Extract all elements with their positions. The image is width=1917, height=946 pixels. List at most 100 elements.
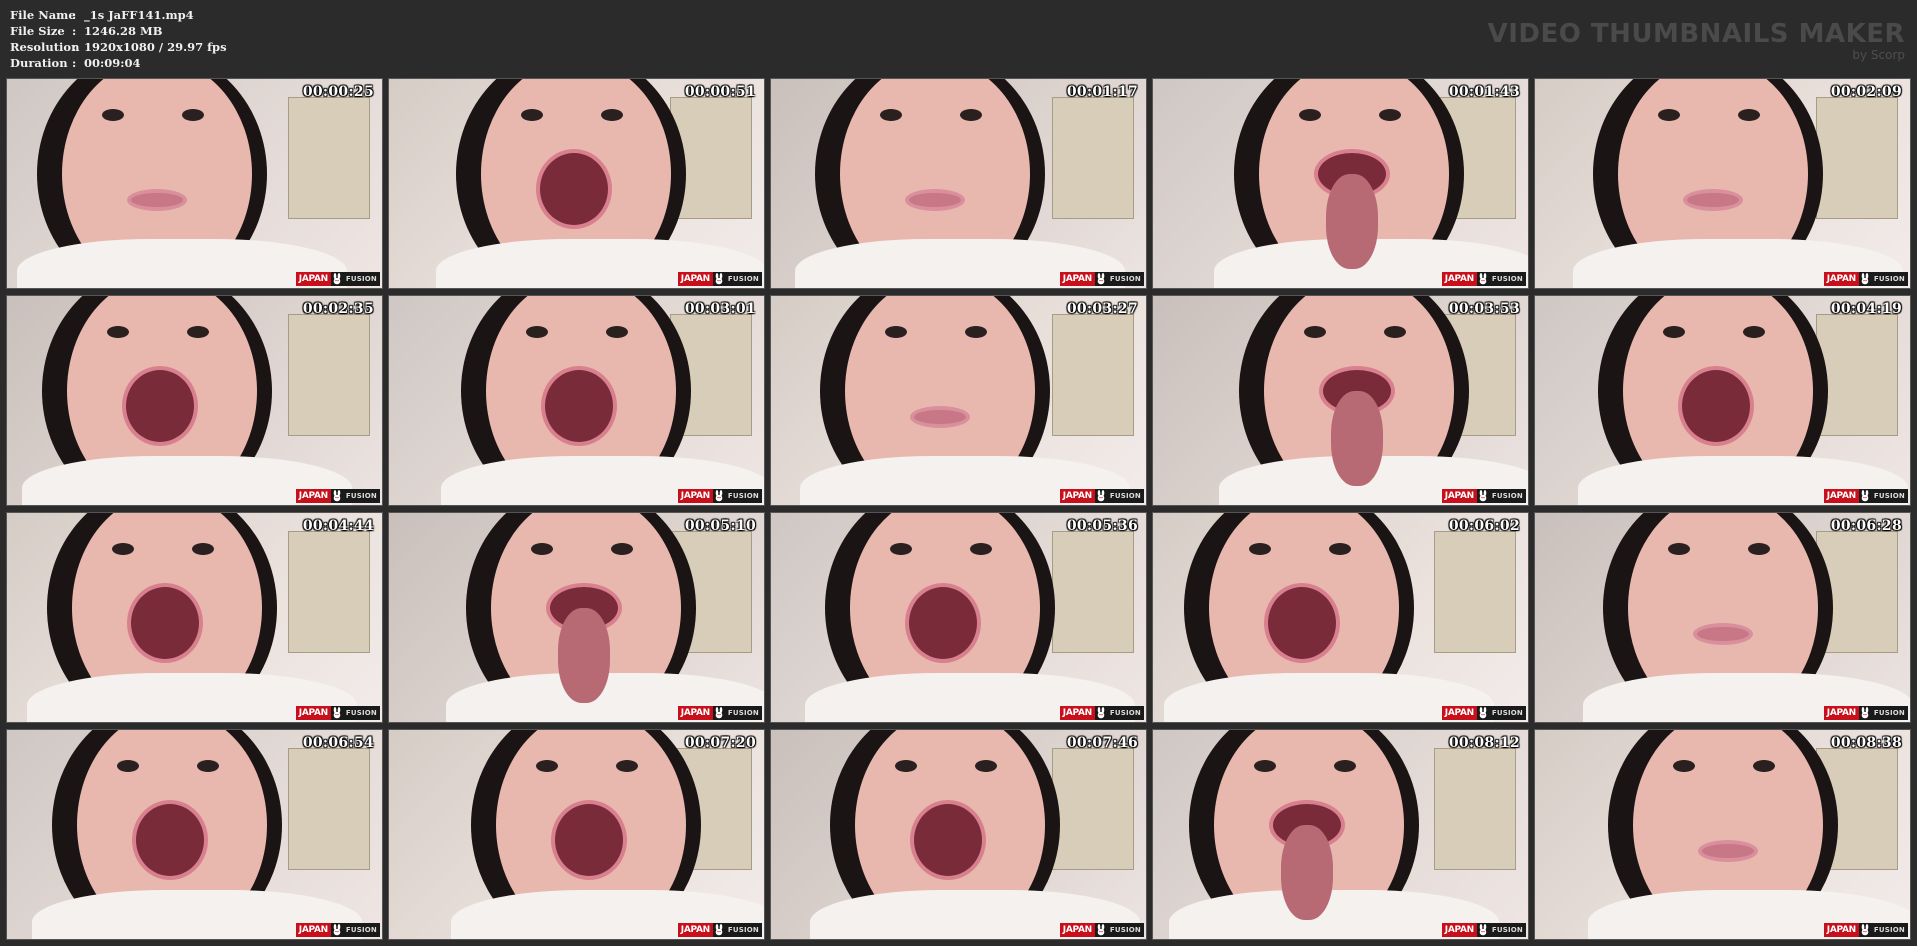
watermark-right-text: FUSION: [1488, 489, 1526, 503]
timestamp-label: 00:06:54: [302, 735, 374, 751]
watermark-left-text: JAPAN: [1059, 489, 1095, 503]
mouth-shape: [541, 366, 617, 446]
bunny-icon: [712, 923, 725, 937]
eye-shape: [975, 760, 997, 772]
watermark-left-text: JAPAN: [1441, 923, 1477, 937]
thumbnail-frame[interactable]: 00:01:43 JAPAN FUSION: [1152, 78, 1529, 289]
eye-shape: [1329, 543, 1351, 555]
thumbnail-frame[interactable]: 00:02:09 JAPAN FUSION: [1534, 78, 1911, 289]
watermark-left-text: JAPAN: [677, 923, 713, 937]
background-dresser: [1816, 97, 1898, 219]
watermark-left-text: JAPAN: [295, 489, 331, 503]
thumbnail-frame[interactable]: 00:02:35 JAPAN FUSION: [6, 295, 383, 506]
thumbnail-frame[interactable]: 00:06:54 JAPAN FUSION: [6, 729, 383, 940]
file-name-row: File Name : _1s JaFF141.mp4: [10, 7, 227, 23]
watermark-left-text: JAPAN: [295, 706, 331, 720]
watermark-left-text: JAPAN: [677, 489, 713, 503]
frame-image: [1535, 513, 1910, 722]
watermark-right-text: FUSION: [1106, 706, 1144, 720]
mouth-shape: [905, 583, 981, 663]
eye-shape: [536, 760, 558, 772]
watermark-logo: JAPAN FUSION: [295, 272, 380, 286]
watermark-right-text: FUSION: [1870, 272, 1908, 286]
watermark-left-text: JAPAN: [1823, 923, 1859, 937]
watermark-logo: JAPAN FUSION: [1059, 706, 1144, 720]
watermark-left-text: JAPAN: [1441, 489, 1477, 503]
eye-shape: [1304, 326, 1326, 338]
thumbnail-frame[interactable]: 00:07:46 JAPAN FUSION: [770, 729, 1147, 940]
frame-image: [7, 296, 382, 505]
bunny-icon: [712, 489, 725, 503]
frame-image: [771, 513, 1146, 722]
thumbnail-frame[interactable]: 00:00:51 JAPAN FUSION: [388, 78, 765, 289]
watermark-right-text: FUSION: [1488, 923, 1526, 937]
watermark-left-text: JAPAN: [1823, 706, 1859, 720]
thumbnail-frame[interactable]: 00:00:25 JAPAN FUSION: [6, 78, 383, 289]
eye-shape: [970, 543, 992, 555]
info-header: File Name : _1s JaFF141.mp4 File Size : …: [0, 0, 1917, 78]
thumbnail-frame[interactable]: 00:08:12 JAPAN FUSION: [1152, 729, 1529, 940]
eye-shape: [521, 109, 543, 121]
watermark-left-text: JAPAN: [1823, 272, 1859, 286]
timestamp-label: 00:04:44: [302, 518, 374, 534]
thumbnail-frame[interactable]: 00:04:44 JAPAN FUSION: [6, 512, 383, 723]
eye-shape: [611, 543, 633, 555]
file-name-key: File Name: [10, 8, 76, 22]
watermark-logo: JAPAN FUSION: [1823, 923, 1908, 937]
duration-row: Duration : 00:09:04: [10, 55, 227, 71]
bunny-icon: [712, 706, 725, 720]
background-dresser: [1052, 748, 1134, 870]
bunny-icon: [330, 706, 343, 720]
bunny-icon: [330, 923, 343, 937]
watermark-left-text: JAPAN: [1059, 706, 1095, 720]
background-dresser: [288, 314, 370, 436]
thumbnail-frame[interactable]: 00:06:02 JAPAN FUSION: [1152, 512, 1529, 723]
eye-shape: [1334, 760, 1356, 772]
lips-shape: [905, 189, 965, 211]
mouth-shape: [910, 800, 986, 880]
lips-shape: [127, 189, 187, 211]
bunny-icon: [1858, 923, 1871, 937]
thumbnail-frame[interactable]: 00:04:19 JAPAN FUSION: [1534, 295, 1911, 506]
thumbnail-frame[interactable]: 00:03:27 JAPAN FUSION: [770, 295, 1147, 506]
timestamp-label: 00:06:02: [1448, 518, 1520, 534]
eye-shape: [1663, 326, 1685, 338]
brand-subtitle: by Scorp: [1852, 48, 1905, 62]
watermark-logo: JAPAN FUSION: [295, 923, 380, 937]
thumbnail-frame[interactable]: 00:03:53 JAPAN FUSION: [1152, 295, 1529, 506]
mouth-shape: [122, 366, 198, 446]
watermark-logo: JAPAN FUSION: [1441, 272, 1526, 286]
frame-image: [1153, 513, 1528, 722]
thumbnail-frame[interactable]: 00:06:28 JAPAN FUSION: [1534, 512, 1911, 723]
eye-shape: [606, 326, 628, 338]
bunny-icon: [1476, 706, 1489, 720]
file-size-row: File Size : 1246.28 MB: [10, 23, 227, 39]
timestamp-label: 00:06:28: [1830, 518, 1902, 534]
watermark-left-text: JAPAN: [677, 272, 713, 286]
bunny-icon: [1476, 923, 1489, 937]
bunny-icon: [1094, 923, 1107, 937]
resolution-value: 1920x1080 / 29.97 fps: [84, 40, 227, 54]
timestamp-label: 00:03:01: [684, 301, 756, 317]
lips-shape: [1698, 840, 1758, 862]
thumbnail-grid: 00:00:25 JAPAN FUSION 00:00:51 JAPAN FUSION 00…: [6, 78, 1912, 940]
watermark-logo: JAPAN FUSION: [1441, 489, 1526, 503]
bunny-icon: [1858, 706, 1871, 720]
thumbnail-frame[interactable]: 00:05:36 JAPAN FUSION: [770, 512, 1147, 723]
eye-shape: [890, 543, 912, 555]
watermark-logo: JAPAN FUSION: [295, 706, 380, 720]
frame-image: [389, 730, 764, 939]
watermark-right-text: FUSION: [342, 489, 380, 503]
brand-logo: VIDEO THUMBNAILS MAKER by Scorp: [1488, 20, 1905, 62]
thumbnail-frame[interactable]: 00:05:10 JAPAN FUSION: [388, 512, 765, 723]
eye-shape: [1668, 543, 1690, 555]
thumbnail-frame[interactable]: 00:07:20 JAPAN FUSION: [388, 729, 765, 940]
frame-image: [1535, 296, 1910, 505]
thumbnail-frame[interactable]: 00:08:38 JAPAN FUSION: [1534, 729, 1911, 940]
frame-image: [771, 296, 1146, 505]
thumbnail-frame[interactable]: 00:03:01 JAPAN FUSION: [388, 295, 765, 506]
file-size-sep: :: [72, 24, 77, 38]
thumbnail-frame[interactable]: 00:01:17 JAPAN FUSION: [770, 78, 1147, 289]
timestamp-label: 00:03:53: [1448, 301, 1520, 317]
watermark-right-text: FUSION: [342, 706, 380, 720]
